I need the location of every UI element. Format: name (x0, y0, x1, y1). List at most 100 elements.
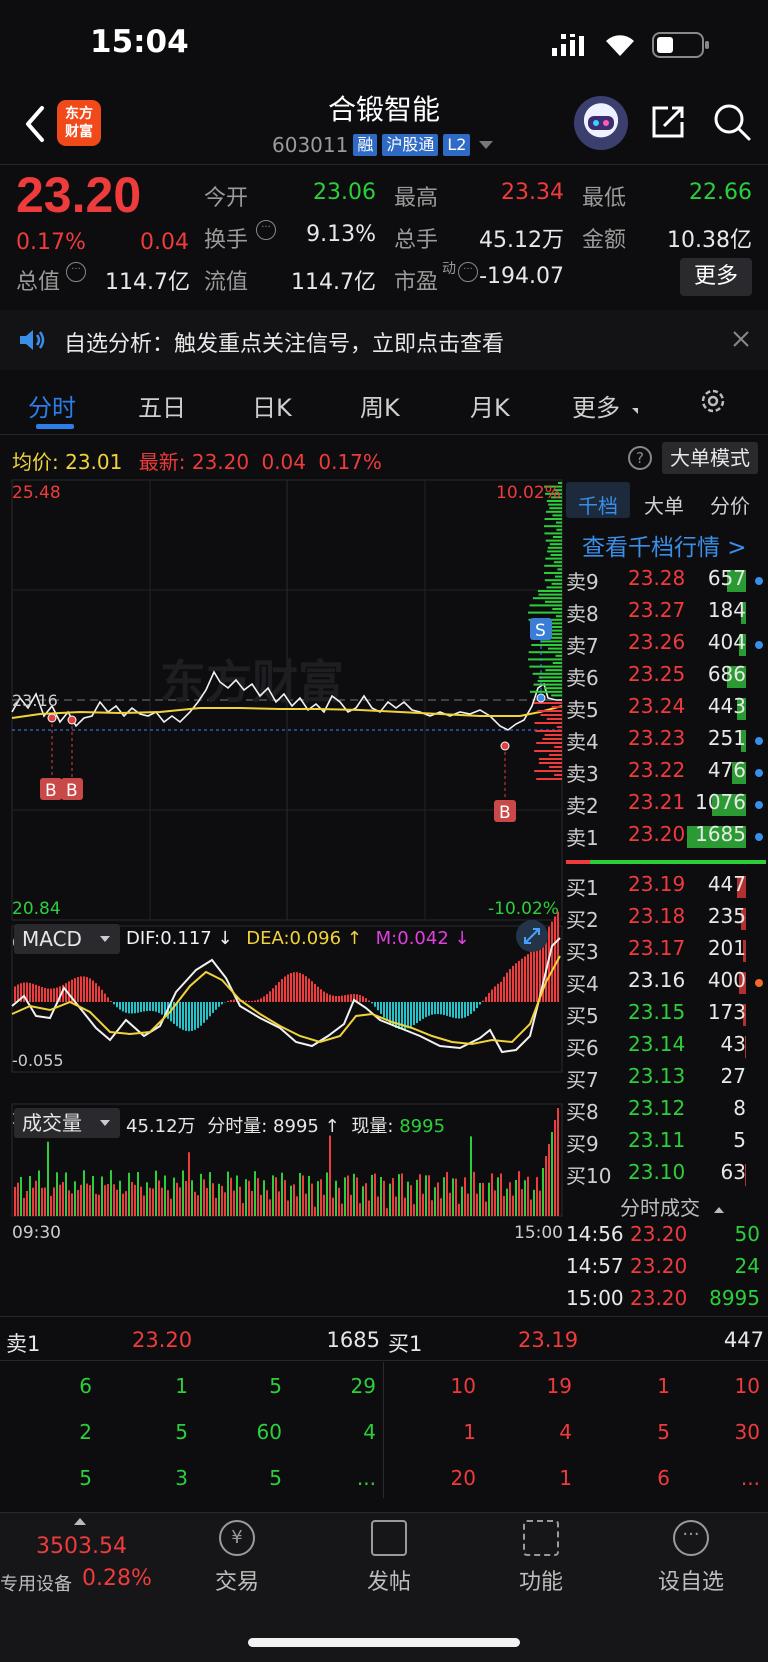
macd-bar (362, 996, 364, 1002)
ask-row[interactable]: 卖1 23.20 1685 (566, 822, 766, 854)
order-dot-icon (755, 769, 763, 777)
level-price: 23.12 (628, 1096, 686, 1120)
volume-bar (431, 1200, 433, 1216)
buy-marker-label: B (45, 781, 57, 801)
share-icon[interactable] (648, 102, 688, 142)
ask-row[interactable]: 卖4 23.23 251 (566, 726, 766, 758)
macd-bar (530, 951, 532, 1002)
stock-subtitle[interactable]: 603011 融 沪股通 L2 (272, 132, 494, 158)
bid-row[interactable]: 买6 23.14 43 (566, 1032, 766, 1064)
level-price: 23.19 (628, 872, 686, 896)
depth-bar-ask (551, 582, 562, 585)
volume-bar (26, 1190, 28, 1216)
macd-bar (53, 988, 55, 1002)
index-pct[interactable]: 0.28% (82, 1566, 152, 1591)
nav-functions[interactable]: 功能 (486, 1520, 596, 1596)
tab-big-orders[interactable]: 大单 (644, 490, 684, 519)
tick-time: 14:57 (566, 1254, 624, 1278)
volume-bar (257, 1178, 259, 1216)
ask-row[interactable]: 卖9 23.28 657 (566, 566, 766, 598)
ask-row[interactable]: 卖3 23.22 476 (566, 758, 766, 790)
volume-bar (242, 1203, 244, 1216)
more-button[interactable]: 更多 (680, 258, 752, 296)
battery-icon (652, 32, 710, 58)
tab-price-distribution[interactable]: 分价 (710, 490, 750, 519)
queue-ask-cell: 5 (269, 1466, 282, 1490)
ask-row[interactable]: 卖6 23.25 686 (566, 662, 766, 694)
level-volume: 251 (707, 726, 746, 750)
tab-five-day[interactable]: 五日 (138, 388, 186, 423)
info-icon[interactable]: ··· (66, 262, 86, 282)
volume-bar (482, 1182, 484, 1216)
volume-bar (317, 1181, 319, 1216)
tab-more[interactable]: 更多 (572, 388, 620, 423)
sell-marker-label: S (535, 621, 546, 641)
bid-row[interactable]: 买1 23.19 447 (566, 872, 766, 904)
volume-selector[interactable]: 成交量 (14, 1108, 120, 1138)
macd-bar (134, 1002, 136, 1014)
volume-bar (134, 1184, 136, 1216)
ask-row[interactable]: 卖8 23.27 184 (566, 598, 766, 630)
close-icon[interactable] (732, 330, 750, 352)
macd-bar (281, 979, 283, 1002)
help-icon[interactable]: ? (628, 446, 652, 470)
tab-intraday[interactable]: 分时 (28, 388, 76, 423)
volume-bar (266, 1190, 268, 1216)
macd-selector[interactable]: MACD (14, 924, 120, 954)
ask-row[interactable]: 卖2 23.21 1076 (566, 790, 766, 822)
bid-row[interactable]: 买7 23.13 27 (566, 1064, 766, 1096)
bid-row[interactable]: 买5 23.15 173 (566, 1000, 766, 1032)
info-icon[interactable]: ··· (256, 220, 276, 240)
volume-bar (239, 1186, 241, 1216)
big-order-mode-button[interactable]: 大单模式 (662, 442, 758, 474)
ask-row[interactable]: 卖5 23.24 443 (566, 694, 766, 726)
depth-bar-ask (528, 651, 562, 654)
volume-bar (527, 1176, 529, 1216)
tab-weekly-k[interactable]: 周K (360, 388, 400, 423)
collapse-caret[interactable] (74, 1518, 86, 1525)
tab-thousand-depth[interactable]: 千档 (578, 490, 618, 519)
notice-text[interactable]: 自选分析：触发重点关注信号，立即点击查看 (64, 326, 504, 358)
gear-icon[interactable] (698, 386, 728, 420)
volume-bar (293, 1184, 295, 1216)
macd-values: DIF:0.117 ↓ DEA:0.096 ↑ M:0.042 ↓ (126, 928, 470, 949)
bid-row[interactable]: 买10 23.10 63 (566, 1160, 766, 1192)
robot-assistant-icon[interactable] (574, 96, 628, 150)
ask-row[interactable]: 卖7 23.26 404 (566, 630, 766, 662)
ticks-title[interactable]: 分时成交 (620, 1192, 725, 1221)
macd-bar (203, 1002, 205, 1023)
volume-bar (224, 1192, 226, 1216)
bid-row[interactable]: 买3 23.17 201 (566, 936, 766, 968)
bid-row[interactable]: 买9 23.11 5 (566, 1128, 766, 1160)
queue-ask-cell: 4 (363, 1420, 376, 1444)
index-label[interactable]: 专用设备 (0, 1570, 72, 1596)
macd-bar (260, 998, 262, 1002)
level-volume: 8 (733, 1096, 746, 1120)
intraday-chart[interactable]: 东方财富 B B B S 25.48 10.02% 23.16 20.84 -1… (0, 476, 564, 1512)
macd-bar (452, 1002, 454, 1018)
tick-price: 23.20 (630, 1286, 688, 1310)
macd-bar (383, 1002, 385, 1018)
bid-row[interactable]: 买4 23.16 400 (566, 968, 766, 1000)
bid-row[interactable]: 买8 23.12 8 (566, 1096, 766, 1128)
volume-bar (536, 1177, 538, 1216)
volume-bar (455, 1178, 457, 1216)
macd-bar (428, 1002, 430, 1016)
bid-row[interactable]: 买2 23.18 235 (566, 904, 766, 936)
latest-value: 23.20 (191, 450, 250, 474)
tab-monthly-k[interactable]: 月K (470, 388, 510, 423)
volume-bar (284, 1180, 286, 1216)
macd-bar (497, 983, 499, 1002)
volume-bar (371, 1174, 373, 1216)
nav-post[interactable]: 发帖 (334, 1520, 444, 1596)
view-depth-link[interactable]: 查看千档行情 > (582, 528, 747, 562)
tab-daily-k[interactable]: 日K (252, 388, 292, 423)
index-value[interactable]: 3503.54 (36, 1534, 127, 1559)
volume-bar (365, 1183, 367, 1216)
nav-add-watchlist[interactable]: ··· 设自选 (636, 1520, 746, 1596)
volume-bar (263, 1180, 265, 1216)
macd-bar (371, 1002, 373, 1004)
search-icon[interactable] (712, 102, 752, 142)
nav-trade[interactable]: ¥ 交易 (182, 1520, 292, 1596)
macd-axis-min: -0.055 (12, 1051, 64, 1070)
